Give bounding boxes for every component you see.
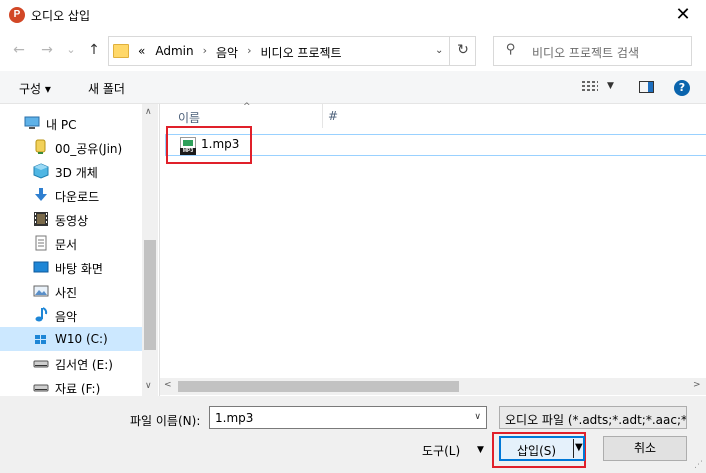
column-divider[interactable] bbox=[322, 104, 323, 128]
sidebar-item-label: 내 PC bbox=[46, 118, 77, 132]
new-folder-button[interactable]: 새 폴더 bbox=[88, 80, 125, 97]
insert-button[interactable]: 삽입(S) ▼ bbox=[499, 436, 585, 461]
search-icon: ⚲ bbox=[506, 42, 516, 57]
scrollbar-thumb[interactable] bbox=[178, 381, 459, 392]
breadcrumb-item-video-project[interactable]: 비디오 프로젝트 bbox=[256, 44, 347, 61]
music-icon bbox=[33, 307, 49, 323]
refresh-button[interactable]: ↻ bbox=[449, 36, 476, 66]
chevron-left-icon[interactable]: < bbox=[164, 380, 172, 390]
chevron-down-icon[interactable]: ▼ bbox=[477, 445, 484, 455]
recent-locations-button[interactable]: ⌄ bbox=[62, 40, 80, 60]
breadcrumb-separator[interactable]: › bbox=[243, 44, 255, 61]
sidebar-item-shared-jin[interactable]: 00_공유(Jin) bbox=[0, 135, 142, 159]
scrollbar-thumb[interactable] bbox=[144, 240, 156, 350]
sidebar-item-desktop[interactable]: 바탕 화면 bbox=[0, 255, 142, 279]
powerpoint-icon: P bbox=[9, 7, 25, 23]
sidebar-item-drive-f[interactable]: 자료 (F:) bbox=[0, 375, 142, 396]
sidebar-item-downloads[interactable]: 다운로드 bbox=[0, 183, 142, 207]
pc-icon bbox=[24, 115, 40, 131]
search-box[interactable]: ⚲ 비디오 프로젝트 검색 bbox=[493, 36, 692, 66]
horizontal-scrollbar[interactable]: < > bbox=[160, 378, 706, 395]
sidebar-item-label: 사진 bbox=[55, 286, 78, 300]
sidebar-item-label: 00_공유(Jin) bbox=[55, 142, 123, 156]
breadcrumb-item-music[interactable]: 음악 bbox=[211, 44, 243, 61]
sidebar-item-label: 다운로드 bbox=[55, 190, 100, 204]
sort-ascending-icon: ^ bbox=[243, 102, 251, 112]
breadcrumb: « Admin › 음악 › 비디오 프로젝트 bbox=[133, 44, 347, 61]
sidebar-item-pictures[interactable]: 사진 bbox=[0, 279, 142, 303]
chevron-down-icon[interactable]: ⌄ bbox=[435, 45, 447, 56]
back-button[interactable]: ← bbox=[10, 40, 28, 60]
view-options-icon[interactable] bbox=[582, 81, 598, 95]
address-bar[interactable]: « Admin › 음악 › 비디오 프로젝트 ⌄ bbox=[108, 36, 476, 66]
sidebar-item-w10-c[interactable]: W10 (C:) bbox=[0, 327, 142, 351]
filename-label: 파일 이름(N): bbox=[130, 414, 201, 428]
folder-icon bbox=[113, 44, 129, 58]
tools-menu[interactable]: 도구(L) bbox=[422, 442, 460, 459]
breadcrumb-item-admin[interactable]: Admin bbox=[150, 44, 198, 61]
up-button[interactable]: ↑ bbox=[85, 40, 103, 60]
column-header-number[interactable]: # bbox=[328, 109, 338, 123]
sidebar-item-label: 3D 개체 bbox=[55, 166, 98, 180]
chevron-down-icon[interactable]: ∨ bbox=[145, 381, 152, 391]
downloads-icon bbox=[33, 187, 49, 203]
insert-button-label: 삽입(S) bbox=[517, 444, 557, 458]
sidebar-item-label: 바탕 화면 bbox=[55, 262, 103, 276]
chevron-down-icon[interactable]: ▼ bbox=[607, 81, 614, 91]
preview-pane-icon[interactable] bbox=[639, 81, 654, 93]
sidebar-item-label: 자료 (F:) bbox=[55, 382, 101, 396]
forward-button[interactable]: → bbox=[38, 40, 56, 60]
file-list: ^ 이름 # MP3 1.mp3 < > bbox=[159, 102, 706, 396]
sidebar-item-label: 문서 bbox=[55, 238, 78, 252]
desktop-icon bbox=[33, 259, 49, 275]
breadcrumb-separator[interactable]: › bbox=[199, 44, 211, 61]
chevron-up-icon[interactable]: ∧ bbox=[145, 107, 152, 117]
command-toolbar: 구성 ▾ 새 폴더 ▼ ? bbox=[0, 71, 706, 104]
navigation-pane: 내 PC 00_공유(Jin) 3D 개체 다운로드 동영상 문서 바탕 화면 … bbox=[0, 104, 158, 396]
dialog-footer: 파일 이름(N): 1.mp3 ∨ 오디오 파일 (*.adts;*.adt;*… bbox=[0, 396, 706, 473]
videos-icon bbox=[33, 211, 49, 227]
filename-field[interactable]: 1.mp3 ∨ bbox=[209, 406, 487, 429]
search-placeholder: 비디오 프로젝트 검색 bbox=[532, 46, 639, 60]
sidebar-item-label: 동영상 bbox=[55, 214, 89, 228]
sidebar-item-label: 음악 bbox=[55, 310, 78, 324]
sidebar-scrollbar[interactable]: ∧ ∨ bbox=[142, 104, 158, 396]
sidebar-item-label: W10 (C:) bbox=[55, 332, 108, 346]
breadcrumb-overflow[interactable]: « bbox=[133, 44, 150, 61]
split-divider bbox=[573, 439, 574, 458]
drive-icon bbox=[33, 355, 49, 371]
window-title: 오디오 삽입 bbox=[31, 9, 91, 23]
3d-objects-icon bbox=[33, 163, 49, 179]
organize-menu[interactable]: 구성 ▾ bbox=[19, 80, 51, 97]
navigation-bar: ← → ⌄ ↑ « Admin › 음악 › 비디오 프로젝트 ⌄ ↻ ⚲ 비디… bbox=[0, 31, 706, 71]
sidebar-item-drive-e[interactable]: 김서연 (E:) bbox=[0, 351, 142, 375]
documents-icon bbox=[33, 235, 49, 251]
chevron-right-icon[interactable]: > bbox=[693, 380, 701, 390]
chevron-down-icon[interactable]: ∨ bbox=[474, 412, 481, 422]
file-type-value: 오디오 파일 (*.adts;*.adt;*.aac;* bbox=[505, 413, 687, 427]
shared-folder-icon bbox=[33, 139, 49, 155]
pictures-icon bbox=[33, 283, 49, 299]
file-type-select[interactable]: 오디오 파일 (*.adts;*.adt;*.aac;* bbox=[499, 406, 687, 429]
sidebar-item-music[interactable]: 음악 bbox=[0, 303, 142, 327]
sidebar-item-this-pc[interactable]: 내 PC bbox=[0, 111, 142, 135]
sidebar-item-3d-objects[interactable]: 3D 개체 bbox=[0, 159, 142, 183]
drive-icon bbox=[33, 379, 49, 395]
sidebar-item-label: 김서연 (E:) bbox=[55, 358, 113, 372]
column-header-name[interactable]: 이름 bbox=[178, 109, 200, 126]
sidebar-item-videos[interactable]: 동영상 bbox=[0, 207, 142, 231]
close-button[interactable]: ✕ bbox=[660, 0, 706, 31]
title-bar: P 오디오 삽입 ✕ bbox=[0, 0, 706, 31]
highlight-box bbox=[166, 126, 252, 164]
filename-value: 1.mp3 bbox=[215, 411, 254, 425]
resize-grip[interactable]: ⋰ bbox=[694, 460, 703, 470]
cancel-button[interactable]: 취소 bbox=[603, 436, 687, 461]
sidebar-item-documents[interactable]: 문서 bbox=[0, 231, 142, 255]
windows-drive-icon bbox=[33, 331, 49, 347]
column-headers: ^ 이름 # bbox=[160, 102, 706, 128]
chevron-down-icon[interactable]: ▼ bbox=[575, 442, 583, 453]
help-icon[interactable]: ? bbox=[674, 80, 690, 96]
